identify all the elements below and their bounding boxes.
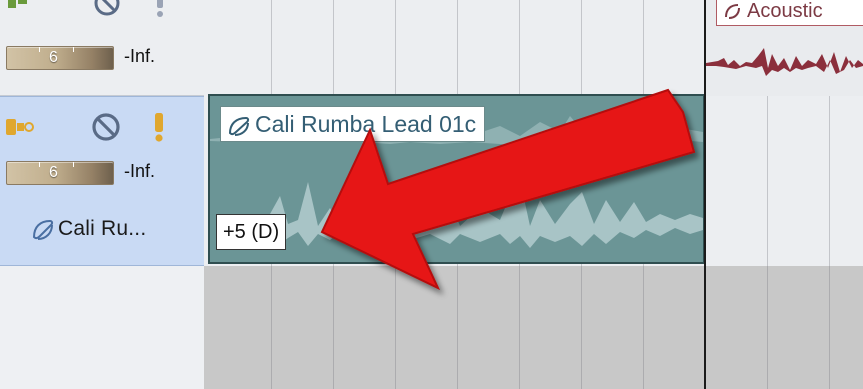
exclamation-icon[interactable]: [152, 111, 166, 143]
track-header-column: 6 -Inf. 6 -Inf. Cali Ru...: [0, 0, 204, 389]
exclamation-icon[interactable]: [153, 0, 167, 18]
fader-value: 6: [49, 49, 58, 66]
loop-icon: [228, 116, 250, 136]
empty-track-header: [0, 266, 204, 389]
volume-fader[interactable]: 6: [6, 46, 114, 70]
input-monitor-icon[interactable]: [4, 113, 36, 141]
waveform: [706, 48, 863, 76]
no-entry-icon[interactable]: [92, 0, 122, 18]
track-2-button-row: [0, 111, 204, 145]
playhead[interactable]: [704, 0, 706, 389]
track-clip-name: Cali Ru...: [58, 217, 147, 240]
pitch-shift-label: +5 (D): [216, 214, 287, 250]
fader-value: 6: [49, 164, 58, 181]
clip-title: Cali Rumba Lead 01c: [220, 106, 486, 142]
peak-level-label: -Inf.: [124, 46, 156, 66]
track-1-button-row: [0, 0, 204, 22]
loop-icon: [32, 219, 54, 240]
track-header-1[interactable]: 6 -Inf.: [0, 0, 204, 96]
volume-fader[interactable]: 6: [6, 161, 114, 185]
loop-icon: [725, 4, 740, 19]
input-monitor-icon[interactable]: [6, 0, 32, 12]
timeline[interactable]: Acoustic Cali Rumba Lead 01c +5 (D): [204, 0, 863, 389]
empty-track-lane[interactable]: [204, 266, 863, 389]
no-entry-icon[interactable]: [90, 111, 122, 143]
clip-title-text: Acoustic: [747, 0, 823, 22]
audio-clip[interactable]: Cali Rumba Lead 01c +5 (D): [208, 94, 705, 264]
audio-clip-partial[interactable]: Acoustic: [706, 0, 863, 96]
clip-title: Acoustic: [716, 0, 863, 26]
peak-level-label: -Inf.: [124, 161, 156, 181]
clip-title-text: Cali Rumba Lead 01c: [255, 111, 477, 137]
track-header-2[interactable]: 6 -Inf. Cali Ru...: [0, 96, 204, 266]
